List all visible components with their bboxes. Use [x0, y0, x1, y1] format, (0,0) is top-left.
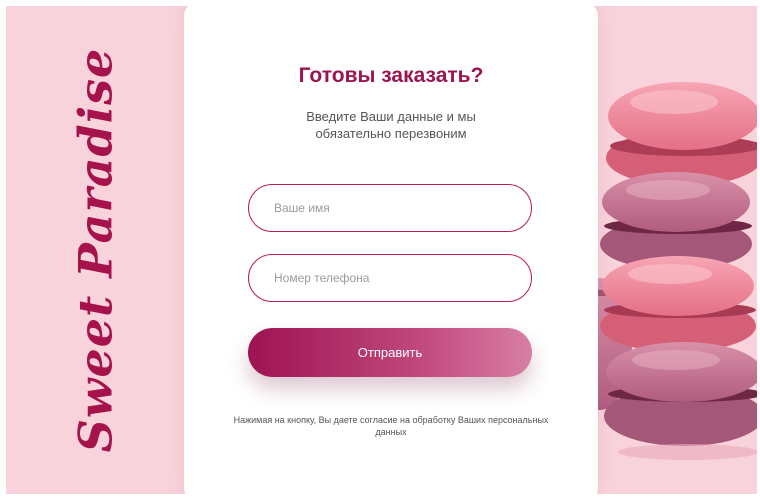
macaron-4: [604, 342, 757, 446]
brand-logo-text: Sweet Paradise: [68, 47, 122, 453]
page: Sweet Paradise Готовы заказать? Введите …: [6, 6, 757, 494]
phone-input[interactable]: [248, 254, 532, 302]
brand-panel: Sweet Paradise: [6, 6, 184, 494]
submit-button[interactable]: Отправить: [248, 328, 532, 377]
order-form-card: Готовы заказать? Введите Ваши данные и м…: [184, 6, 598, 494]
macaron-2: [600, 172, 752, 270]
name-input[interactable]: [248, 184, 532, 232]
consent-text: Нажимая на кнопку, Вы даете согласие на …: [233, 415, 549, 437]
form-subtitle: Введите Ваши данные и мы обязательно пер…: [306, 109, 476, 141]
form-title: Готовы заказать?: [298, 64, 484, 87]
macarons-image: [598, 6, 757, 494]
macaron-3: [600, 256, 756, 352]
macarons-illustration: [598, 82, 757, 460]
macaron-1: [606, 82, 757, 186]
